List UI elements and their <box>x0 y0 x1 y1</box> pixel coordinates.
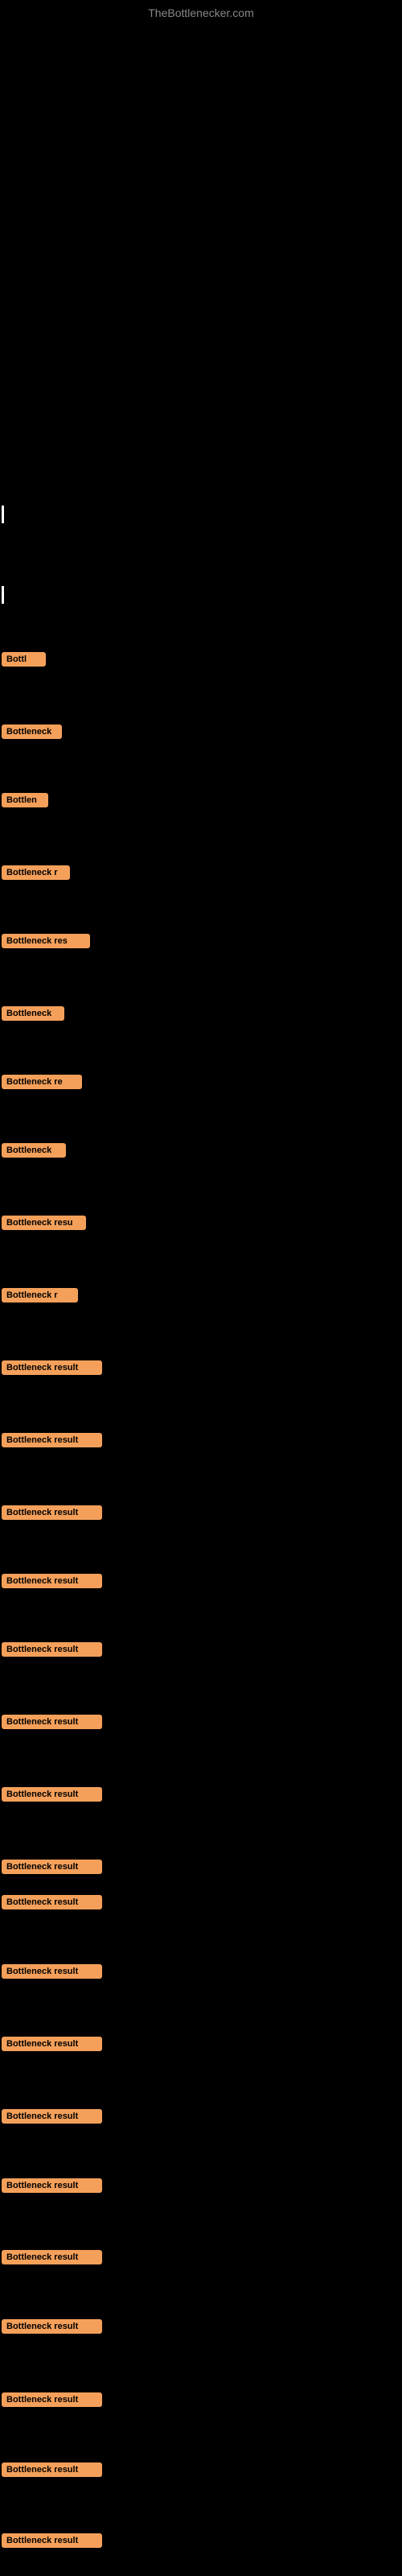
bottleneck-result-badge-24: Bottleneck result <box>2 2250 102 2264</box>
bottleneck-result-badge-3: Bottlen <box>2 793 48 807</box>
bottleneck-result-badge-4: Bottleneck r <box>2 865 70 880</box>
bottleneck-result-badge-13: Bottleneck result <box>2 1505 102 1520</box>
bottleneck-result-badge-16: Bottleneck result <box>2 1715 102 1729</box>
bottleneck-result-badge-15: Bottleneck result <box>2 1642 102 1657</box>
bottleneck-result-badge-2: Bottleneck <box>2 724 62 739</box>
bottleneck-result-badge-23: Bottleneck result <box>2 2178 102 2193</box>
bottleneck-result-badge-11: Bottleneck result <box>2 1360 102 1375</box>
bottleneck-result-badge-6: Bottleneck <box>2 1006 64 1021</box>
bottleneck-result-badge-21: Bottleneck result <box>2 2037 102 2051</box>
bottleneck-result-badge-12: Bottleneck result <box>2 1433 102 1447</box>
bottleneck-result-badge-19: Bottleneck result <box>2 1895 102 1909</box>
site-title: TheBottlenecker.com <box>148 6 254 19</box>
bottleneck-result-badge-10: Bottleneck r <box>2 1288 78 1302</box>
bottleneck-result-badge-9: Bottleneck resu <box>2 1216 86 1230</box>
cursor-line-1 <box>2 506 4 523</box>
bottleneck-result-badge-26: Bottleneck result <box>2 2392 102 2407</box>
bottleneck-result-badge-8: Bottleneck <box>2 1143 66 1158</box>
bottleneck-result-badge-18: Bottleneck result <box>2 1860 102 1874</box>
bottleneck-result-badge-20: Bottleneck result <box>2 1964 102 1979</box>
bottleneck-result-badge-5: Bottleneck res <box>2 934 90 948</box>
bottleneck-result-badge-22: Bottleneck result <box>2 2109 102 2124</box>
bottleneck-result-badge-25: Bottleneck result <box>2 2319 102 2334</box>
bottleneck-result-badge-28: Bottleneck result <box>2 2533 102 2548</box>
cursor-line-2 <box>2 586 4 604</box>
bottleneck-result-badge-7: Bottleneck re <box>2 1075 82 1089</box>
bottleneck-result-badge-1: Bottl <box>2 652 46 667</box>
bottleneck-result-badge-14: Bottleneck result <box>2 1574 102 1588</box>
bottleneck-result-badge-27: Bottleneck result <box>2 2462 102 2477</box>
bottleneck-result-badge-17: Bottleneck result <box>2 1787 102 1802</box>
